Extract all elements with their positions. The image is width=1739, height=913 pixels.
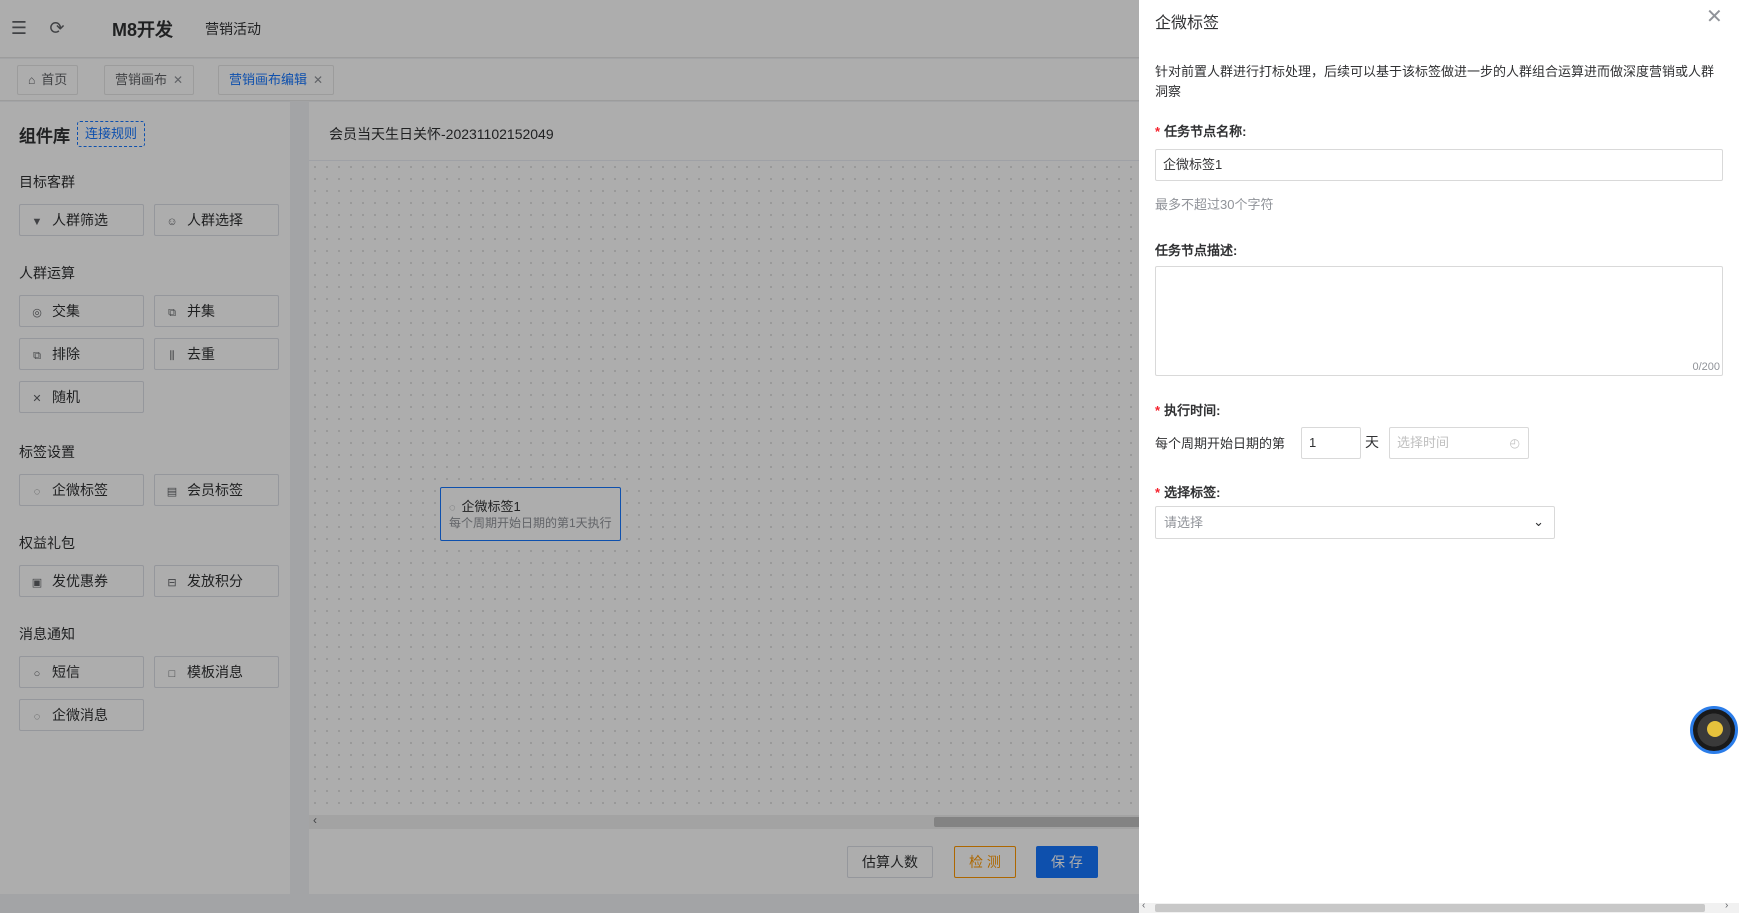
exec-prefix-text: 每个周期开始日期的第 [1155,436,1286,451]
drawer-title: 企微标签 [1155,15,1220,32]
node-description-textarea[interactable]: 0/200 [1155,266,1723,376]
required-mark: * [1155,403,1161,418]
drawer-scrollbar[interactable]: ‹ › [1139,900,1739,913]
name-hint: 最多不超过30个字符 [1155,197,1274,212]
assistant-avatar[interactable] [1690,706,1738,754]
day-number-input[interactable]: 1 [1301,427,1361,459]
chevron-left-icon[interactable]: ‹ [1142,900,1145,911]
name-label: * 任务节点名称: [1155,121,1246,140]
select-placeholder: 请选择 [1164,515,1204,530]
label-text: 任务节点名称: [1164,124,1247,139]
time-placeholder: 选择时间 [1397,435,1450,450]
tag-select[interactable]: 请选择 ⌄ [1155,506,1555,539]
clock-icon: ◴ [1509,436,1520,450]
desc-label: 任务节点描述: [1155,243,1238,258]
drawer-description: 针对前置人群进行打标处理，后续可以基于该标签做进一步的人群组合运算进而做深度营销… [1155,64,1715,99]
avatar-face [1707,721,1723,737]
char-counter: 0/200 [1692,361,1720,373]
time-picker[interactable]: 选择时间 ◴ [1389,427,1529,459]
label-text: 选择标签: [1164,485,1221,500]
node-name-input[interactable]: 企微标签1 [1155,149,1723,181]
day-unit: 天 [1365,434,1379,450]
chevron-down-icon: ⌄ [1533,514,1544,529]
label-text: 执行时间: [1164,403,1221,418]
chevron-right-icon[interactable]: › [1725,900,1728,911]
scrollbar-thumb[interactable] [1155,904,1705,912]
close-icon[interactable]: ✕ [1706,4,1723,29]
required-mark: * [1155,124,1161,139]
required-mark: * [1155,485,1161,500]
wecom-tag-drawer: 企微标签 ✕ 针对前置人群进行打标处理，后续可以基于该标签做进一步的人群组合运算… [1139,0,1739,913]
tag-label: * 选择标签: [1155,482,1220,501]
exec-time-label: * 执行时间: [1155,400,1220,419]
